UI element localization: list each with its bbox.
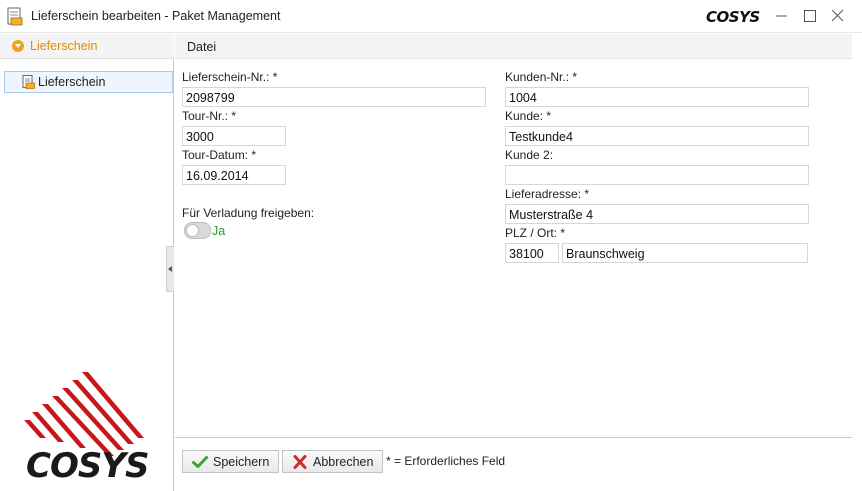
kunden-nr-input[interactable]	[505, 87, 809, 107]
cosys-logo: COSYS	[706, 9, 760, 24]
collapse-circle-icon	[12, 40, 24, 52]
lieferadresse-input[interactable]	[505, 204, 809, 224]
tour-datum-input[interactable]	[182, 165, 286, 185]
lieferadresse-label: Lieferadresse: *	[505, 187, 590, 201]
sidebar-header-label: Lieferschein	[30, 39, 98, 53]
tour-datum-label: Tour-Datum: *	[182, 148, 257, 162]
tour-nr-input[interactable]	[182, 126, 286, 146]
sidebar: Lieferschein Lieferschein COSYS	[0, 34, 174, 491]
verladung-toggle[interactable]	[184, 222, 211, 239]
toggle-knob	[186, 224, 199, 237]
kunde2-input[interactable]	[505, 165, 809, 185]
cross-icon	[293, 455, 307, 469]
save-button-label: Speichern	[213, 455, 270, 469]
menu-bar: Datei	[175, 34, 852, 59]
verladung-toggle-label: Ja	[212, 224, 226, 238]
title-bar: Lieferschein bearbeiten - Paket Manageme…	[0, 0, 862, 33]
plz-ort-label: PLZ / Ort: *	[505, 226, 566, 240]
checkmark-icon	[192, 456, 208, 468]
save-button[interactable]: Speichern	[182, 450, 279, 473]
document-app-icon	[7, 7, 23, 26]
plz-input[interactable]	[505, 243, 559, 263]
sidebar-item-lieferschein[interactable]: Lieferschein	[4, 71, 173, 93]
required-field-note: * = Erforderliches Feld	[386, 454, 506, 468]
maximize-button[interactable]	[799, 6, 821, 26]
kunde-input[interactable]	[505, 126, 809, 146]
close-button[interactable]	[827, 6, 849, 26]
document-icon	[22, 75, 35, 89]
sidebar-item-label: Lieferschein	[38, 75, 106, 89]
logo-text: COSYS	[706, 9, 760, 24]
kunden-nr-label: Kunden-Nr.: *	[505, 70, 578, 84]
cancel-button[interactable]: Abbrechen	[282, 450, 383, 473]
lieferschein-nr-input[interactable]	[182, 87, 486, 107]
kunde2-label: Kunde 2:	[505, 148, 554, 162]
kunde-label: Kunde: *	[505, 109, 552, 123]
verladung-label: Für Verladung freigeben:	[182, 206, 315, 220]
minimize-button[interactable]	[771, 6, 793, 26]
cosys-brand-logo: COSYS	[24, 372, 148, 482]
sidebar-header[interactable]: Lieferschein	[0, 34, 174, 59]
brand-logo-text: COSYS	[26, 446, 148, 482]
tour-nr-label: Tour-Nr.: *	[182, 109, 237, 123]
window-title: Lieferschein bearbeiten - Paket Manageme…	[31, 9, 281, 23]
menu-item-datei[interactable]: Datei	[187, 40, 216, 54]
ort-input[interactable]	[562, 243, 808, 263]
collapse-handle[interactable]	[166, 246, 174, 292]
lieferschein-nr-label: Lieferschein-Nr.: *	[182, 70, 278, 84]
cancel-button-label: Abbrechen	[313, 455, 374, 469]
